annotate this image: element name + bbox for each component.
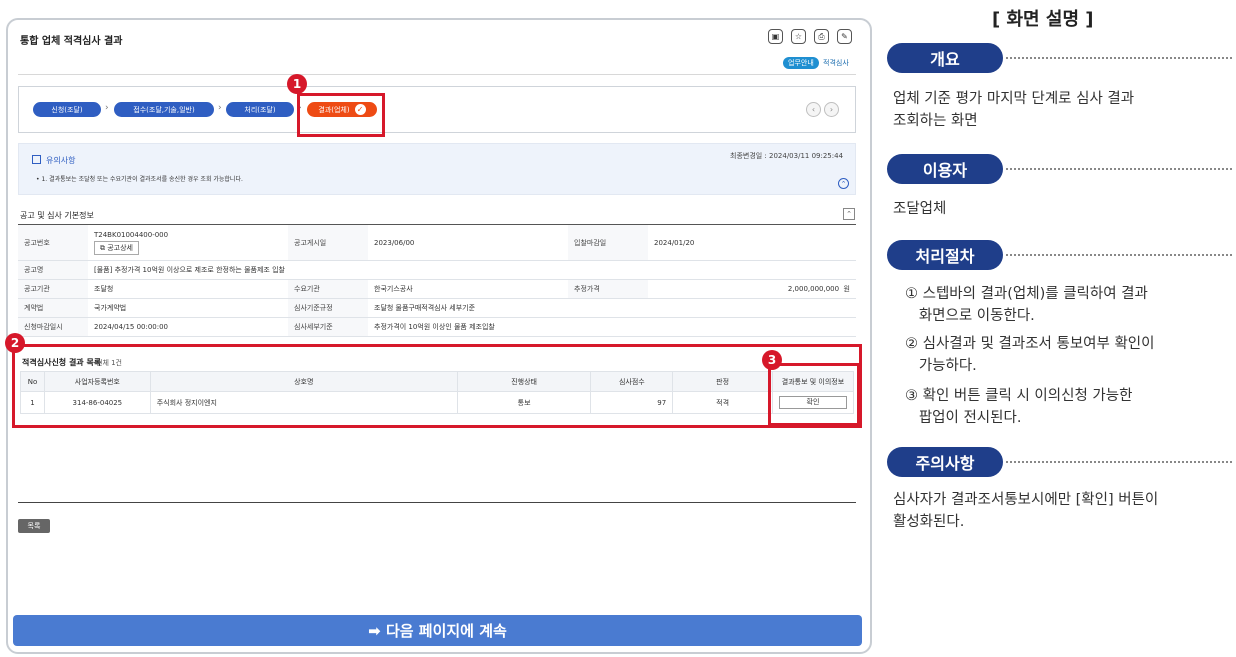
value: 2023/06/00 — [368, 224, 568, 261]
label: 수요기관 — [288, 279, 368, 299]
label: 입찰마감일 — [568, 224, 648, 261]
print-icon[interactable]: ⎙ — [814, 29, 829, 44]
notice-number: T24BK01004400-000 — [94, 230, 169, 239]
save-icon[interactable]: ▣ — [768, 29, 783, 44]
dotted-divider — [1006, 168, 1232, 170]
table-row: 공고번호 T24BK01004400-000 ⧉ 공고상세 공고게시일 2023/… — [18, 224, 856, 261]
star-icon[interactable]: ☆ — [791, 29, 806, 44]
notice-icon — [32, 155, 41, 164]
user-text: 조달업체 — [893, 201, 947, 217]
value: 2024/01/20 — [648, 224, 856, 261]
procedure-step-2: ② 심사결과 및 결과조서 통보여부 확인이 가능하다. — [905, 336, 1155, 374]
notice-number-cell: T24BK01004400-000 ⧉ 공고상세 — [88, 224, 288, 261]
list-button[interactable]: 목록 — [18, 519, 50, 533]
next-icon[interactable]: › — [824, 102, 839, 117]
callout-badge-3: 3 — [762, 350, 782, 370]
page-title: 통합 업체 적격심사 결과 — [20, 36, 123, 47]
callout-box-3 — [768, 363, 860, 426]
section-pill-procedure: 처리절차 — [887, 240, 1003, 270]
label: 심사세부기준 — [288, 317, 368, 337]
breadcrumb: 적격심사 — [823, 59, 849, 67]
caution-text: 심사자가 결과조서통보시에만 [확인] 버튼이 활성화된다. — [893, 492, 1159, 530]
value: 조달청 물품구매적격심사 세부기준 — [368, 298, 856, 318]
table-row: 공고명 [물품] 추정가격 10억원 이상으로 제조로 한정하는 물품제조 입찰 — [18, 260, 856, 280]
step-arrow-icon: › — [218, 103, 222, 113]
label: 공고기관 — [18, 279, 88, 299]
table-row: 계약법 국가계약법 심사기준규정 조달청 물품구매적격심사 세부기준 — [18, 298, 856, 318]
info-table: 공고번호 T24BK01004400-000 ⧉ 공고상세 공고게시일 2023/… — [18, 224, 856, 337]
callout-badge-1: 1 — [287, 74, 307, 94]
section-pill-overview: 개요 — [887, 43, 1003, 73]
section-pill-caution: 주의사항 — [887, 447, 1003, 477]
notice-body: • 1. 결과통보는 조달청 또는 수요기관이 결과조서를 송신한 경우 조회 … — [36, 176, 243, 183]
procedure-step-1: ① 스텝바의 결과(업체)를 클릭하여 결과 화면으로 이동한다. — [905, 286, 1148, 324]
label: 신청마감일시 — [18, 317, 88, 337]
label: 심사기준규정 — [288, 298, 368, 318]
collapse-icon[interactable]: ⌃ — [838, 178, 849, 189]
callout-box-1 — [297, 93, 385, 137]
callout-badge-2: 2 — [5, 333, 25, 353]
table-row: 공고기관 조달청 수요기관 한국기스공사 추정가격 2,000,000,000 … — [18, 279, 856, 299]
value: 2024/04/15 00:00:00 — [88, 317, 288, 337]
divider — [18, 74, 856, 75]
divider — [18, 502, 856, 503]
label: 공고번호 — [18, 224, 88, 261]
value: 국가계약법 — [88, 298, 288, 318]
section-pill-user: 이용자 — [887, 154, 1003, 184]
step-process[interactable]: 처리(조달) — [226, 102, 294, 117]
value: [물품] 추정가격 10억원 이상으로 제조로 한정하는 물품제조 입찰 — [88, 260, 856, 280]
label: 공고게시일 — [288, 224, 368, 261]
dotted-divider — [1006, 461, 1232, 463]
value: 추정가격이 10억원 이상인 물품 제조입찰 — [368, 317, 856, 337]
panel-title: [ 화면 설명 ] — [992, 9, 1094, 30]
label: 계약법 — [18, 298, 88, 318]
step-apply[interactable]: 신청(조달) — [33, 102, 101, 117]
collapse-icon[interactable]: ⌃ — [843, 208, 855, 220]
step-receive[interactable]: 접수(조달,기술,일반) — [114, 102, 214, 117]
continue-bar: ➡ 다음 페이지에 계속 — [13, 615, 862, 646]
notice-detail-button[interactable]: ⧉ 공고상세 — [94, 240, 139, 255]
overview-text: 업체 기준 평가 마지막 단계로 심사 결과 조회하는 화면 — [893, 91, 1135, 129]
notice-title: 유의사항 — [32, 155, 75, 166]
prev-icon[interactable]: ‹ — [806, 102, 821, 117]
step-arrow-icon: › — [105, 103, 109, 113]
value: 조달청 — [88, 279, 288, 299]
label: 추정가격 — [568, 279, 648, 299]
procedure-step-3: ③ 확인 버튼 클릭 시 이의신청 가능한 팝업이 전시된다. — [905, 388, 1133, 426]
label: 공고명 — [18, 260, 88, 280]
settings-icon[interactable]: ✎ — [837, 29, 852, 44]
last-modified: 최종변경일 : 2024/03/11 09:25:44 — [730, 152, 844, 160]
help-badge[interactable]: 업무안내 — [783, 57, 819, 69]
table-row: 신청마감일시 2024/04/15 00:00:00 심사세부기준 추정가격이 … — [18, 317, 856, 337]
callout-box-2 — [12, 344, 862, 428]
dotted-divider — [1006, 254, 1232, 256]
info-section-title: 공고 및 심사 기본정보 — [20, 211, 94, 220]
estimated-price: 2,000,000,000 원 — [648, 279, 856, 299]
value: 한국기스공사 — [368, 279, 568, 299]
dotted-divider — [1006, 57, 1232, 59]
